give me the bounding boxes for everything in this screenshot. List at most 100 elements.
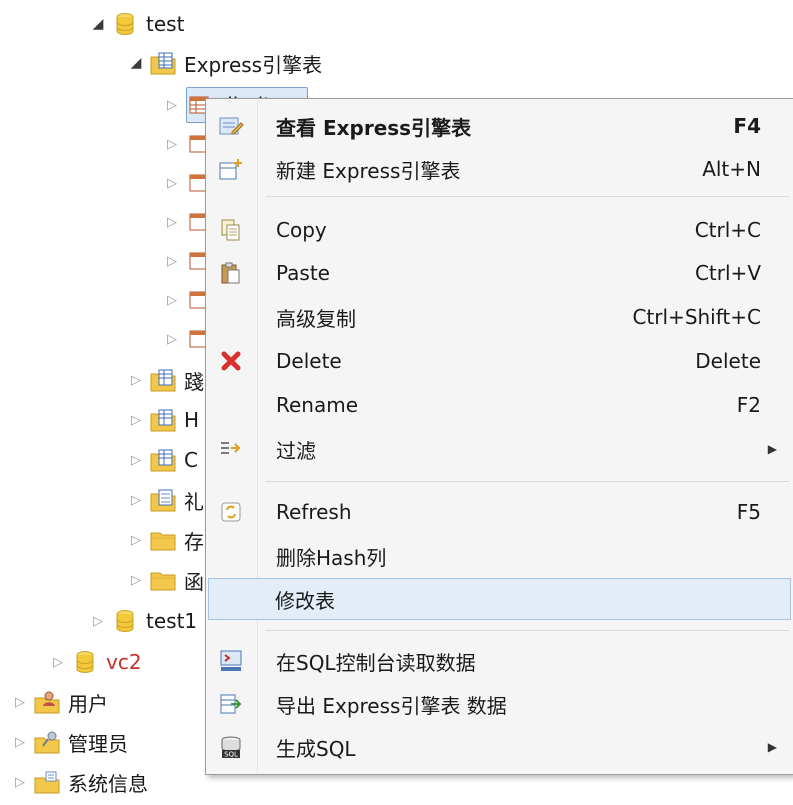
expanded-triangle-icon[interactable]: ◢: [128, 55, 144, 71]
tree-item-folder[interactable]: ▷ 踐: [128, 362, 204, 398]
menu-separator: [266, 630, 789, 631]
collapsed-triangle-icon[interactable]: ▷: [128, 532, 144, 548]
expanded-triangle-icon[interactable]: ◢: [90, 16, 106, 32]
tree-item-vc2[interactable]: ▷ vc2: [50, 644, 142, 680]
tree-item-folder[interactable]: ▷ 存: [128, 522, 204, 558]
sql-console-icon: [216, 646, 246, 676]
collapsed-triangle-icon[interactable]: ▷: [164, 97, 180, 113]
collapsed-triangle-icon[interactable]: ▷: [164, 292, 180, 308]
collapsed-triangle-icon[interactable]: ▷: [164, 175, 180, 191]
collapsed-triangle-icon[interactable]: ▷: [128, 572, 144, 588]
collapsed-triangle-icon[interactable]: ▷: [12, 774, 28, 790]
collapsed-triangle-icon[interactable]: ▷: [164, 214, 180, 230]
tree-label: test: [146, 12, 185, 36]
submenu-arrow-icon: ▶: [767, 740, 777, 754]
menu-item-export-data[interactable]: 导出 Express引擎表 数据: [208, 683, 791, 725]
collapsed-triangle-icon[interactable]: ▷: [12, 694, 28, 710]
menu-item-shortcut: Alt+N: [702, 157, 761, 181]
menu-item-refresh[interactable]: Refresh F5: [208, 491, 791, 533]
collapsed-triangle-icon[interactable]: ▷: [164, 136, 180, 152]
menu-item-label: 删除Hash列: [276, 545, 387, 570]
menu-item-sql-console-read[interactable]: 在SQL控制台读取数据: [208, 640, 791, 682]
folder-icon: [150, 567, 176, 593]
menu-item-label: 导出 Express引擎表 数据: [276, 693, 507, 718]
tree-item-test1[interactable]: ▷ test1: [90, 603, 197, 639]
menu-item-label: Refresh: [276, 500, 352, 524]
tree-label: 管理员: [68, 731, 128, 756]
menu-item-label: 高级复制: [276, 306, 356, 331]
collapsed-triangle-icon[interactable]: ▷: [128, 372, 144, 388]
database-icon: [72, 649, 98, 675]
tree-label: 函: [184, 569, 204, 594]
tree-label: C: [184, 448, 198, 472]
tree-label: vc2: [106, 650, 142, 674]
collapsed-triangle-icon[interactable]: ▷: [128, 452, 144, 468]
filter-icon: [216, 434, 246, 464]
tree-label: 系统信息: [68, 771, 148, 796]
tree-label: 存: [184, 529, 204, 554]
menu-item-shortcut: F5: [736, 500, 761, 524]
tree-label: 踐: [184, 369, 204, 394]
tree-item-folder[interactable]: ▷ 函: [128, 562, 204, 598]
menu-item-label: 生成SQL: [276, 736, 356, 761]
database-icon: [112, 11, 138, 37]
menu-item-paste[interactable]: Paste Ctrl+V: [208, 252, 791, 294]
menu-item-shortcut: Ctrl+V: [694, 261, 761, 285]
submenu-arrow-icon: ▶: [767, 442, 777, 456]
tree-item-users[interactable]: ▷ 用户: [12, 684, 108, 720]
tree-item-folder[interactable]: ▷ C: [128, 442, 198, 478]
menu-item-label: Paste: [276, 261, 330, 285]
tree-item-test[interactable]: ◢ test: [90, 6, 185, 42]
copy-icon: [216, 215, 246, 245]
tree-item-admins[interactable]: ▷ 管理员: [12, 724, 128, 760]
menu-item-shortcut: Delete: [695, 349, 761, 373]
menu-separator: [266, 196, 789, 197]
tree-item-express-folder[interactable]: ◢ Express引擎表: [128, 45, 322, 81]
menu-item-copy[interactable]: Copy Ctrl+C: [208, 209, 791, 251]
menu-item-label: 修改表: [275, 588, 335, 613]
menu-item-label: Delete: [276, 349, 342, 373]
collapsed-triangle-icon[interactable]: ▷: [164, 253, 180, 269]
users-folder-icon: [34, 689, 60, 715]
context-menu: 查看 Express引擎表 F4 新建 Express引擎表 Alt+N Cop…: [205, 98, 793, 775]
tree-label: Express引擎表: [184, 52, 323, 77]
menu-item-filter[interactable]: 过滤 ▶: [208, 428, 791, 470]
collapsed-triangle-icon[interactable]: ▷: [50, 654, 66, 670]
menu-item-label: Copy: [276, 218, 327, 242]
collapsed-triangle-icon[interactable]: ▷: [90, 613, 106, 629]
menu-item-label: 新建 Express引擎表: [276, 158, 461, 183]
menu-item-label: Rename: [276, 393, 359, 417]
menu-item-new-table[interactable]: 新建 Express引擎表 Alt+N: [208, 148, 791, 190]
menu-item-label: 过滤: [276, 438, 316, 463]
menu-item-shortcut: Ctrl+C: [694, 218, 761, 242]
menu-item-generate-sql[interactable]: SQL 生成SQL ▶: [208, 726, 791, 768]
table-folder-icon: [150, 50, 176, 76]
tree-label: 用户: [68, 691, 108, 716]
collapsed-triangle-icon[interactable]: ▷: [12, 734, 28, 750]
menu-item-advanced-copy[interactable]: 高级复制 Ctrl+Shift+C: [208, 296, 791, 338]
menu-item-view-table[interactable]: 查看 Express引擎表 F4: [208, 105, 791, 147]
table-folder-icon: [150, 367, 176, 393]
svg-text:SQL: SQL: [224, 751, 238, 759]
paste-icon: [216, 258, 246, 288]
menu-item-label: 查看 Express引擎表: [276, 115, 472, 140]
table-folder-icon: [150, 447, 176, 473]
collapsed-triangle-icon[interactable]: ▷: [128, 492, 144, 508]
tree-label: H: [184, 408, 200, 432]
menu-item-delete-hash[interactable]: 删除Hash列: [208, 535, 791, 577]
menu-separator: [266, 481, 789, 482]
tree-label: test1: [146, 609, 198, 633]
collapsed-triangle-icon[interactable]: ▷: [128, 412, 144, 428]
collapsed-triangle-icon[interactable]: ▷: [164, 331, 180, 347]
refresh-icon: [216, 497, 246, 527]
table-folder-icon: [150, 407, 176, 433]
menu-item-modify-table[interactable]: 修改表: [208, 578, 791, 620]
tree-item-folder[interactable]: ▷ 礼: [128, 482, 204, 518]
tree-item-folder[interactable]: ▷ H: [128, 402, 199, 438]
export-icon: [216, 689, 246, 719]
menu-item-rename[interactable]: Rename F2: [208, 384, 791, 426]
menu-item-delete[interactable]: Delete Delete: [208, 340, 791, 382]
new-table-icon: [216, 154, 246, 184]
tree-item-sysinfo[interactable]: ▷ 系统信息: [12, 764, 148, 800]
info-folder-icon: [34, 769, 60, 795]
